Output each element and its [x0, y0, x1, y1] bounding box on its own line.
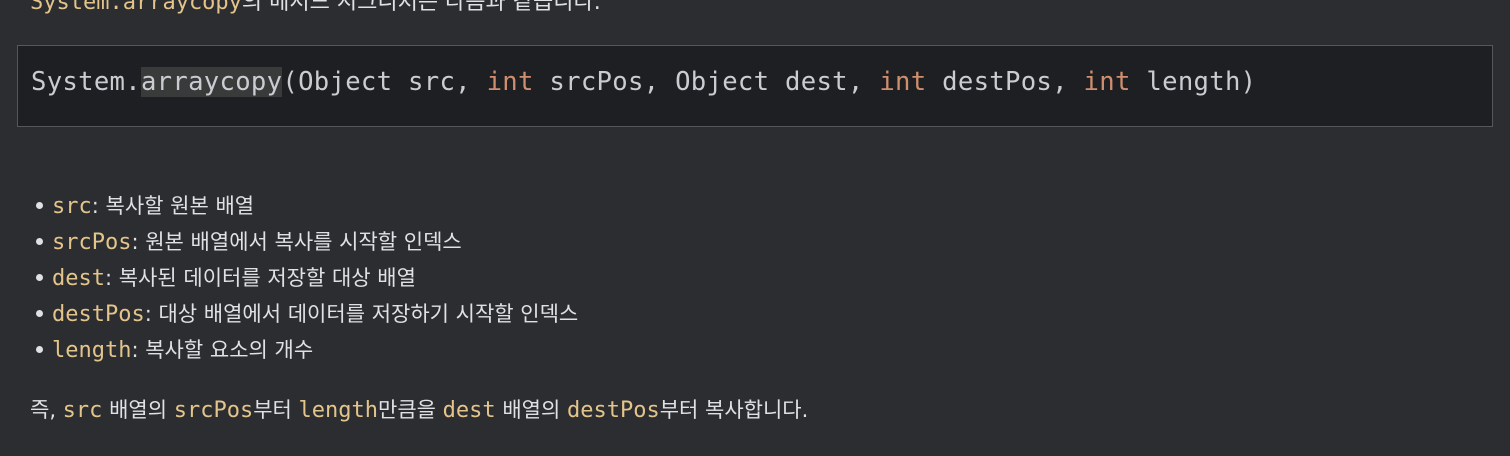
bullet-icon [36, 273, 43, 281]
summary-text: 부터 [253, 398, 299, 422]
code-keyword: int [1083, 67, 1131, 97]
code-token: System. [31, 67, 141, 97]
bullet-icon [36, 237, 43, 245]
summary-text: 배열의 [495, 398, 567, 422]
list-item: length: 복사할 요소의 개수 [36, 332, 578, 368]
list-item: srcPos: 원본 배열에서 복사를 시작할 인덱스 [36, 224, 578, 260]
list-item: dest: 복사된 데이터를 저장할 대상 배열 [36, 260, 578, 296]
summary-text: 부터 복사합니다. [659, 398, 809, 422]
intro-code: System.arraycopy [30, 0, 242, 15]
param-name: srcPos [52, 230, 132, 255]
param-name: length [52, 338, 132, 363]
bullet-icon [36, 345, 43, 353]
intro-text: 의 메서드 시그니처는 다음과 같습니다. [241, 0, 601, 15]
code-token: length) [1130, 67, 1257, 97]
param-list: src: 복사할 원본 배열 srcPos: 원본 배열에서 복사를 시작할 인… [36, 188, 578, 368]
summary-code: dest [442, 398, 496, 423]
param-desc: : 복사할 원본 배열 [91, 194, 255, 218]
code-keyword: int [879, 67, 927, 97]
bullet-icon [36, 201, 43, 209]
summary-text: 즉, [30, 398, 63, 422]
code-token: destPos, [926, 67, 1084, 97]
summary-code: srcPos [173, 398, 254, 423]
param-desc: : 복사할 요소의 개수 [131, 338, 314, 362]
summary-text: 만큼을 [378, 398, 443, 422]
code-method-highlight: arraycopy [140, 67, 283, 97]
code-token: (Object src, [282, 67, 487, 97]
summary-code: length [298, 398, 379, 423]
param-name: dest [52, 266, 105, 291]
code-keyword: int [486, 67, 534, 97]
intro-line: System.arraycopy의 메서드 시그니처는 다음과 같습니다. [30, 0, 601, 16]
summary-line: 즉, src 배열의 srcPos부터 length만큼을 dest 배열의 d… [30, 394, 808, 424]
summary-code: destPos [566, 398, 660, 423]
param-desc: : 대상 배열에서 데이터를 저장하기 시작할 인덱스 [144, 302, 579, 326]
list-item: src: 복사할 원본 배열 [36, 188, 578, 224]
code-token: srcPos, Object dest, [533, 67, 880, 97]
summary-text: 배열의 [102, 398, 174, 422]
param-desc: : 원본 배열에서 복사를 시작할 인덱스 [131, 230, 462, 254]
param-name: destPos [52, 302, 145, 327]
code-block: System.arraycopy(Object src, int srcPos,… [17, 45, 1493, 127]
code-signature: System.arraycopy(Object src, int srcPos,… [31, 66, 1256, 98]
bullet-icon [36, 309, 43, 317]
list-item: destPos: 대상 배열에서 데이터를 저장하기 시작할 인덱스 [36, 296, 578, 332]
summary-code: src [62, 398, 103, 423]
param-desc: : 복사된 데이터를 저장할 대상 배열 [104, 266, 416, 290]
param-name: src [52, 194, 92, 219]
